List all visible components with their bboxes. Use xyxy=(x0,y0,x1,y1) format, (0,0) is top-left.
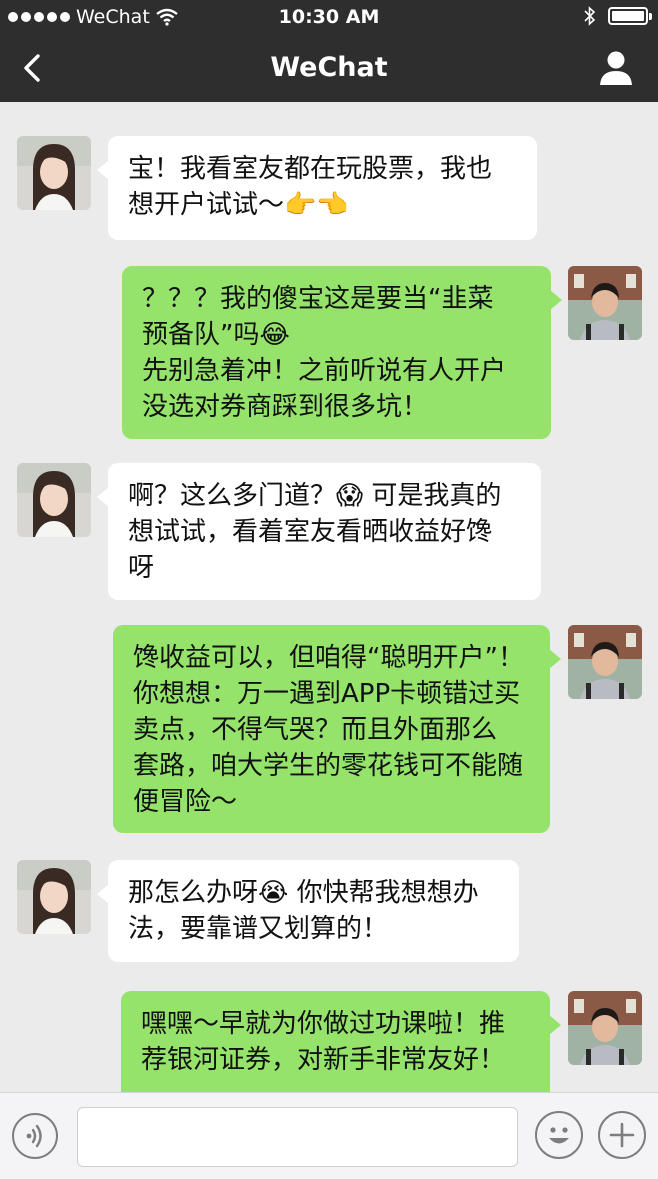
more-button[interactable] xyxy=(598,1111,646,1159)
message-bubble-outgoing[interactable]: 嘿嘿～早就为你做过功课啦！推 荐银河证券，对新手非常友好！ xyxy=(121,991,561,1092)
nav-bar: WeChat xyxy=(0,34,658,102)
emoji-button[interactable] xyxy=(535,1111,583,1159)
voice-icon xyxy=(26,1124,42,1148)
contact-avatar[interactable] xyxy=(17,136,91,210)
message-bubble-outgoing[interactable]: ？？？我的傻宝这是要当“韭菜 预备队”吗😂 先别急着冲！之前听说有人开户 没选对… xyxy=(122,266,562,439)
profile-button[interactable] xyxy=(596,48,636,88)
chat-messages[interactable]: 宝！我看室友都在玩股票，我也 想开户试试～👉👈 ？？？我的傻宝这是要当“韭菜 预… xyxy=(0,102,658,1092)
chat-title: WeChat xyxy=(270,52,388,83)
bluetooth-icon xyxy=(584,6,596,26)
smiley-icon xyxy=(549,1127,569,1144)
message-bubble-incoming[interactable]: 啊？这么多门道？😱 可是我真的 想试试，看着室友看晒收益好馋 呀 xyxy=(97,463,541,600)
battery-icon xyxy=(608,7,652,25)
message-bubble-incoming[interactable]: 那怎么办呀😭 你快帮我想想办 法，要靠谱又划算的！ xyxy=(97,860,519,962)
status-time: 10:30 AM xyxy=(278,6,380,28)
contact-avatar[interactable] xyxy=(17,860,91,934)
message-input[interactable] xyxy=(77,1107,518,1167)
my-avatar[interactable] xyxy=(568,991,642,1065)
status-bar: WeChat 10:30 AM xyxy=(0,0,658,34)
message-bubble-outgoing[interactable]: 馋收益可以，但咱得“聪明开户”！ 你想想：万一遇到APP卡顿错过买 卖点，不得气… xyxy=(113,625,561,833)
contact-avatar[interactable] xyxy=(17,463,91,537)
plus-icon xyxy=(609,1122,635,1148)
message-bubble-incoming[interactable]: 宝！我看室友都在玩股票，我也 想开户试试～👉👈 xyxy=(97,136,537,240)
my-avatar[interactable] xyxy=(568,625,642,699)
input-bar xyxy=(0,1092,658,1179)
person-icon xyxy=(600,51,632,85)
my-avatar[interactable] xyxy=(568,266,642,340)
voice-button[interactable] xyxy=(12,1113,58,1159)
